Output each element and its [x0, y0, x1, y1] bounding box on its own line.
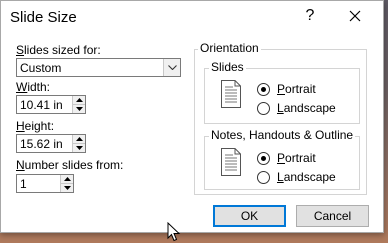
slides-sized-for-label: Slides sized for:: [16, 43, 101, 57]
dialog-title: Slide Size: [10, 9, 77, 26]
width-spinner[interactable]: 10.41 in: [16, 95, 86, 114]
width-increment-button[interactable]: [73, 96, 85, 105]
width-value: 10.41 in: [20, 98, 63, 112]
orientation-group-title: Orientation: [198, 41, 261, 55]
triangle-down-icon: [76, 146, 83, 150]
notes-portrait-radio[interactable]: [257, 152, 270, 165]
number-slides-from-label: Number slides from:: [16, 158, 124, 172]
height-increment-button[interactable]: [73, 135, 85, 144]
number-increment-button[interactable]: [61, 175, 73, 184]
number-slides-from-value: 1: [20, 177, 27, 191]
triangle-down-icon: [76, 107, 83, 111]
slides-portrait-label[interactable]: Portrait: [277, 82, 316, 96]
height-spinner[interactable]: 15.62 in: [16, 134, 86, 153]
width-decrement-button[interactable]: [73, 105, 85, 113]
slides-portrait-radio[interactable]: [257, 83, 270, 96]
close-icon: [349, 10, 361, 22]
ok-button[interactable]: OK: [213, 205, 286, 227]
slide-size-dialog: Slide Size ? Slides sized for: Custom Wi…: [0, 0, 384, 233]
dropdown-arrow[interactable]: [163, 59, 180, 76]
height-value: 15.62 in: [20, 137, 63, 151]
slides-sized-for-dropdown[interactable]: Custom: [16, 58, 181, 77]
notes-portrait-label[interactable]: Portrait: [277, 151, 316, 165]
chevron-down-icon: [167, 65, 177, 70]
dropdown-value: Custom: [20, 61, 62, 75]
slides-landscape-radio[interactable]: [257, 102, 270, 115]
slides-group-title: Slides: [209, 60, 246, 74]
notes-landscape-radio[interactable]: [257, 171, 270, 184]
triangle-up-icon: [76, 137, 83, 141]
number-slides-from-spinner[interactable]: 1: [16, 174, 74, 193]
triangle-up-icon: [64, 177, 71, 181]
portrait-page-icon: [221, 80, 241, 108]
notes-landscape-label[interactable]: Landscape: [277, 170, 336, 184]
triangle-up-icon: [76, 98, 83, 102]
height-decrement-button[interactable]: [73, 144, 85, 152]
help-button[interactable]: ?: [303, 7, 317, 25]
cancel-button[interactable]: Cancel: [296, 205, 369, 227]
triangle-down-icon: [64, 186, 71, 190]
portrait-page-icon: [221, 148, 241, 176]
number-decrement-button[interactable]: [61, 184, 73, 192]
width-label: Width:: [16, 80, 51, 94]
height-label: Height:: [16, 119, 55, 133]
notes-group-title: Notes, Handouts & Outline: [209, 128, 356, 142]
close-button[interactable]: [342, 4, 368, 30]
slides-landscape-label[interactable]: Landscape: [277, 101, 336, 115]
mouse-pointer-icon: [167, 222, 181, 242]
